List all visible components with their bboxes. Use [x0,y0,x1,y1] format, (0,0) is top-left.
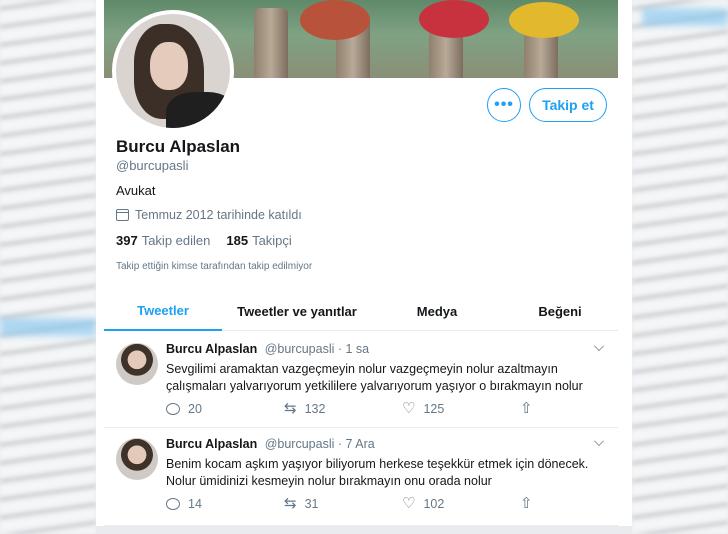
tweet-actions: 20 ⇆ 132 ♡ 125 ⇧ [166,401,533,416]
tab-tweets-replies[interactable]: Tweetler ve yanıtlar [222,291,372,331]
share-icon: ⇧ [520,400,533,417]
reply-action[interactable]: 14 [166,496,284,511]
tweet-header: Burcu Alpaslan @burcupasli · 7 Ara [166,437,375,451]
not-followed-note: Takip ettiğin kimse tarafından takip edi… [116,261,313,272]
retweet-action[interactable]: ⇆ 132 [284,401,402,416]
reply-icon [166,497,180,510]
followers-stat[interactable]: 185 Takipçi [226,233,291,248]
bottom-divider [96,526,632,534]
tweet-author-name[interactable]: Burcu Alpaslan [166,437,257,451]
background-right [632,0,728,534]
following-label: Takip edilen [141,233,211,248]
tweet-item[interactable]: Burcu Alpaslan @burcupasli · 1 sa Sevgil… [104,333,618,428]
follow-button[interactable]: Takip et [529,88,607,122]
tab-likes[interactable]: Beğeni [502,291,618,331]
reply-count: 20 [188,401,202,416]
tweet-text: Benim kocam aşkım yaşıyor biliyorum herk… [166,457,589,488]
chevron-down-icon[interactable] [594,341,604,351]
tweet-avatar[interactable] [116,343,158,385]
profile-handle: @burcupasli [116,158,189,173]
follow-stats: 397 Takip edilen 185 Takipçi [116,233,292,248]
tweet-meta: @burcupasli · 1 sa [264,342,370,356]
like-count: 125 [423,401,445,416]
retweet-icon: ⇆ [284,400,297,417]
profile-bio: Avukat [116,183,156,198]
like-action[interactable]: ♡ 125 [402,401,520,416]
profile-name: Burcu Alpaslan [116,137,241,156]
share-icon: ⇧ [520,495,533,512]
tweet-text: Sevgilimi aramaktan vazgeçmeyin nolur va… [166,362,583,393]
like-count: 102 [423,496,445,511]
share-action[interactable]: ⇧ [520,496,533,511]
like-icon: ♡ [402,495,416,512]
tweet-item[interactable]: Burcu Alpaslan @burcupasli · 7 Ara Benim… [104,428,618,526]
retweet-count: 132 [304,401,326,416]
retweet-icon: ⇆ [284,495,297,512]
like-icon: ♡ [402,400,416,417]
profile-avatar[interactable] [112,10,234,132]
joined-date: Temmuz 2012 tarihinde katıldı [116,208,302,222]
followers-count: 185 [226,233,249,248]
reply-icon [166,402,180,415]
reply-action[interactable]: 20 [166,401,284,416]
retweet-action[interactable]: ⇆ 31 [284,496,402,511]
calendar-icon [116,209,129,221]
share-action[interactable]: ⇧ [520,401,533,416]
following-stat[interactable]: 397 Takip edilen [116,233,210,248]
tweet-actions: 14 ⇆ 31 ♡ 102 ⇧ [166,496,533,511]
profile-tabs: Tweetler Tweetler ve yanıtlar Medya Beğe… [104,291,618,331]
chevron-down-icon[interactable] [594,436,604,446]
profile-card: ••• Takip et Burcu Alpaslan @burcupasli … [96,0,632,534]
tab-media[interactable]: Medya [372,291,502,331]
reply-count: 14 [188,496,202,511]
tweet-header: Burcu Alpaslan @burcupasli · 1 sa [166,342,369,356]
tweet-author-name[interactable]: Burcu Alpaslan [166,342,257,356]
tab-tweets[interactable]: Tweetler [104,291,222,331]
tweet-meta: @burcupasli · 7 Ara [264,437,375,451]
followers-label: Takipçi [252,233,292,248]
background-left [0,0,96,534]
more-options-button[interactable]: ••• [487,88,521,122]
like-action[interactable]: ♡ 102 [402,496,520,511]
tweet-avatar[interactable] [116,438,158,480]
retweet-count: 31 [304,496,319,511]
joined-text: Temmuz 2012 tarihinde katıldı [135,208,302,222]
following-count: 397 [116,233,138,248]
